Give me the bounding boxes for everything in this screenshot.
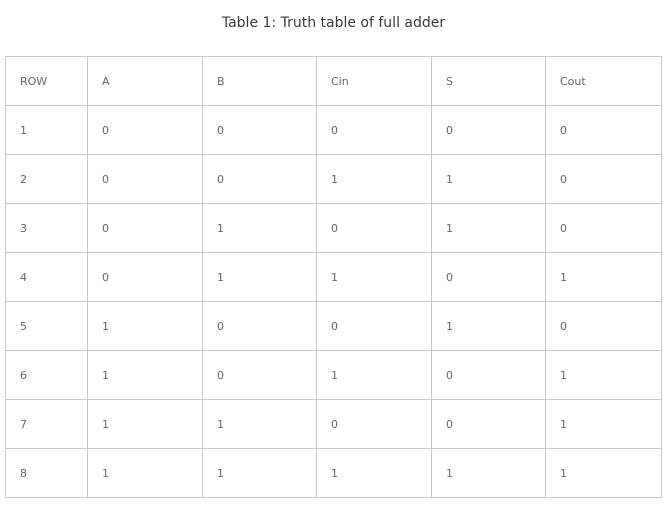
table-cell: 1 [202, 448, 317, 498]
table-cell: 0 [202, 105, 317, 155]
table-cell: 5 [5, 301, 88, 351]
table-cell: 1 [431, 301, 546, 351]
table-cell: 6 [5, 350, 88, 400]
table-cell: 0 [431, 399, 546, 449]
table-cell: 0 [202, 154, 317, 204]
table-cell: 8 [5, 448, 88, 498]
table-cell: 1 [431, 448, 546, 498]
table-cell: 1 [431, 154, 546, 204]
table-row: 1 0 0 0 0 0 [5, 105, 662, 155]
table-caption: Table 1: Truth table of full adder [221, 15, 446, 31]
table-row: 2 0 0 1 1 0 [5, 154, 662, 204]
table-cell: 1 [316, 350, 432, 400]
table-cell: 1 [202, 203, 317, 253]
table-cell: 0 [431, 105, 546, 155]
table-cell: 1 [87, 448, 203, 498]
table-row: 7 1 1 0 0 1 [5, 399, 662, 449]
table-cell: 1 [545, 448, 662, 498]
table-cell: 4 [5, 252, 88, 302]
table-row: 5 1 0 0 1 0 [5, 301, 662, 351]
table-row: 3 0 1 0 1 0 [5, 203, 662, 253]
header-row-number: ROW [5, 56, 88, 106]
table-cell: 1 [87, 350, 203, 400]
table-cell: 1 [87, 301, 203, 351]
table-cell: 0 [87, 105, 203, 155]
table-cell: 0 [545, 203, 662, 253]
header-cout: Cout [545, 56, 662, 106]
table-row: 8 1 1 1 1 1 [5, 448, 662, 498]
table-cell: 0 [431, 252, 546, 302]
table-cell: 1 [202, 252, 317, 302]
header-b: B [202, 56, 317, 106]
table-row: 6 1 0 1 0 1 [5, 350, 662, 400]
table-cell: 1 [431, 203, 546, 253]
table-cell: 0 [545, 301, 662, 351]
table-cell: 0 [545, 154, 662, 204]
table-cell: 1 [545, 399, 662, 449]
table-cell: 0 [87, 154, 203, 204]
table-cell: 0 [316, 105, 432, 155]
table-cell: 0 [545, 105, 662, 155]
table-cell: 1 [202, 399, 317, 449]
table-header-row: ROW A B Cin S Cout [5, 56, 662, 106]
table-cell: 1 [316, 252, 432, 302]
header-s: S [431, 56, 546, 106]
table-cell: 1 [5, 105, 88, 155]
table-cell: 0 [316, 399, 432, 449]
table-cell: 0 [87, 252, 203, 302]
table-row: 4 0 1 1 0 1 [5, 252, 662, 302]
table-cell: 0 [316, 301, 432, 351]
table-cell: 0 [316, 203, 432, 253]
truth-table: ROW A B Cin S Cout 1 0 0 0 0 0 2 0 0 1 1… [5, 56, 662, 498]
table-cell: 0 [202, 350, 317, 400]
table-cell: 1 [87, 399, 203, 449]
table-cell: 2 [5, 154, 88, 204]
header-cin: Cin [316, 56, 432, 106]
table-cell: 1 [545, 252, 662, 302]
header-a: A [87, 56, 203, 106]
table-cell: 3 [5, 203, 88, 253]
table-cell: 1 [316, 154, 432, 204]
table-cell: 0 [431, 350, 546, 400]
table-cell: 1 [316, 448, 432, 498]
table-cell: 7 [5, 399, 88, 449]
table-cell: 0 [202, 301, 317, 351]
table-cell: 1 [545, 350, 662, 400]
table-cell: 0 [87, 203, 203, 253]
